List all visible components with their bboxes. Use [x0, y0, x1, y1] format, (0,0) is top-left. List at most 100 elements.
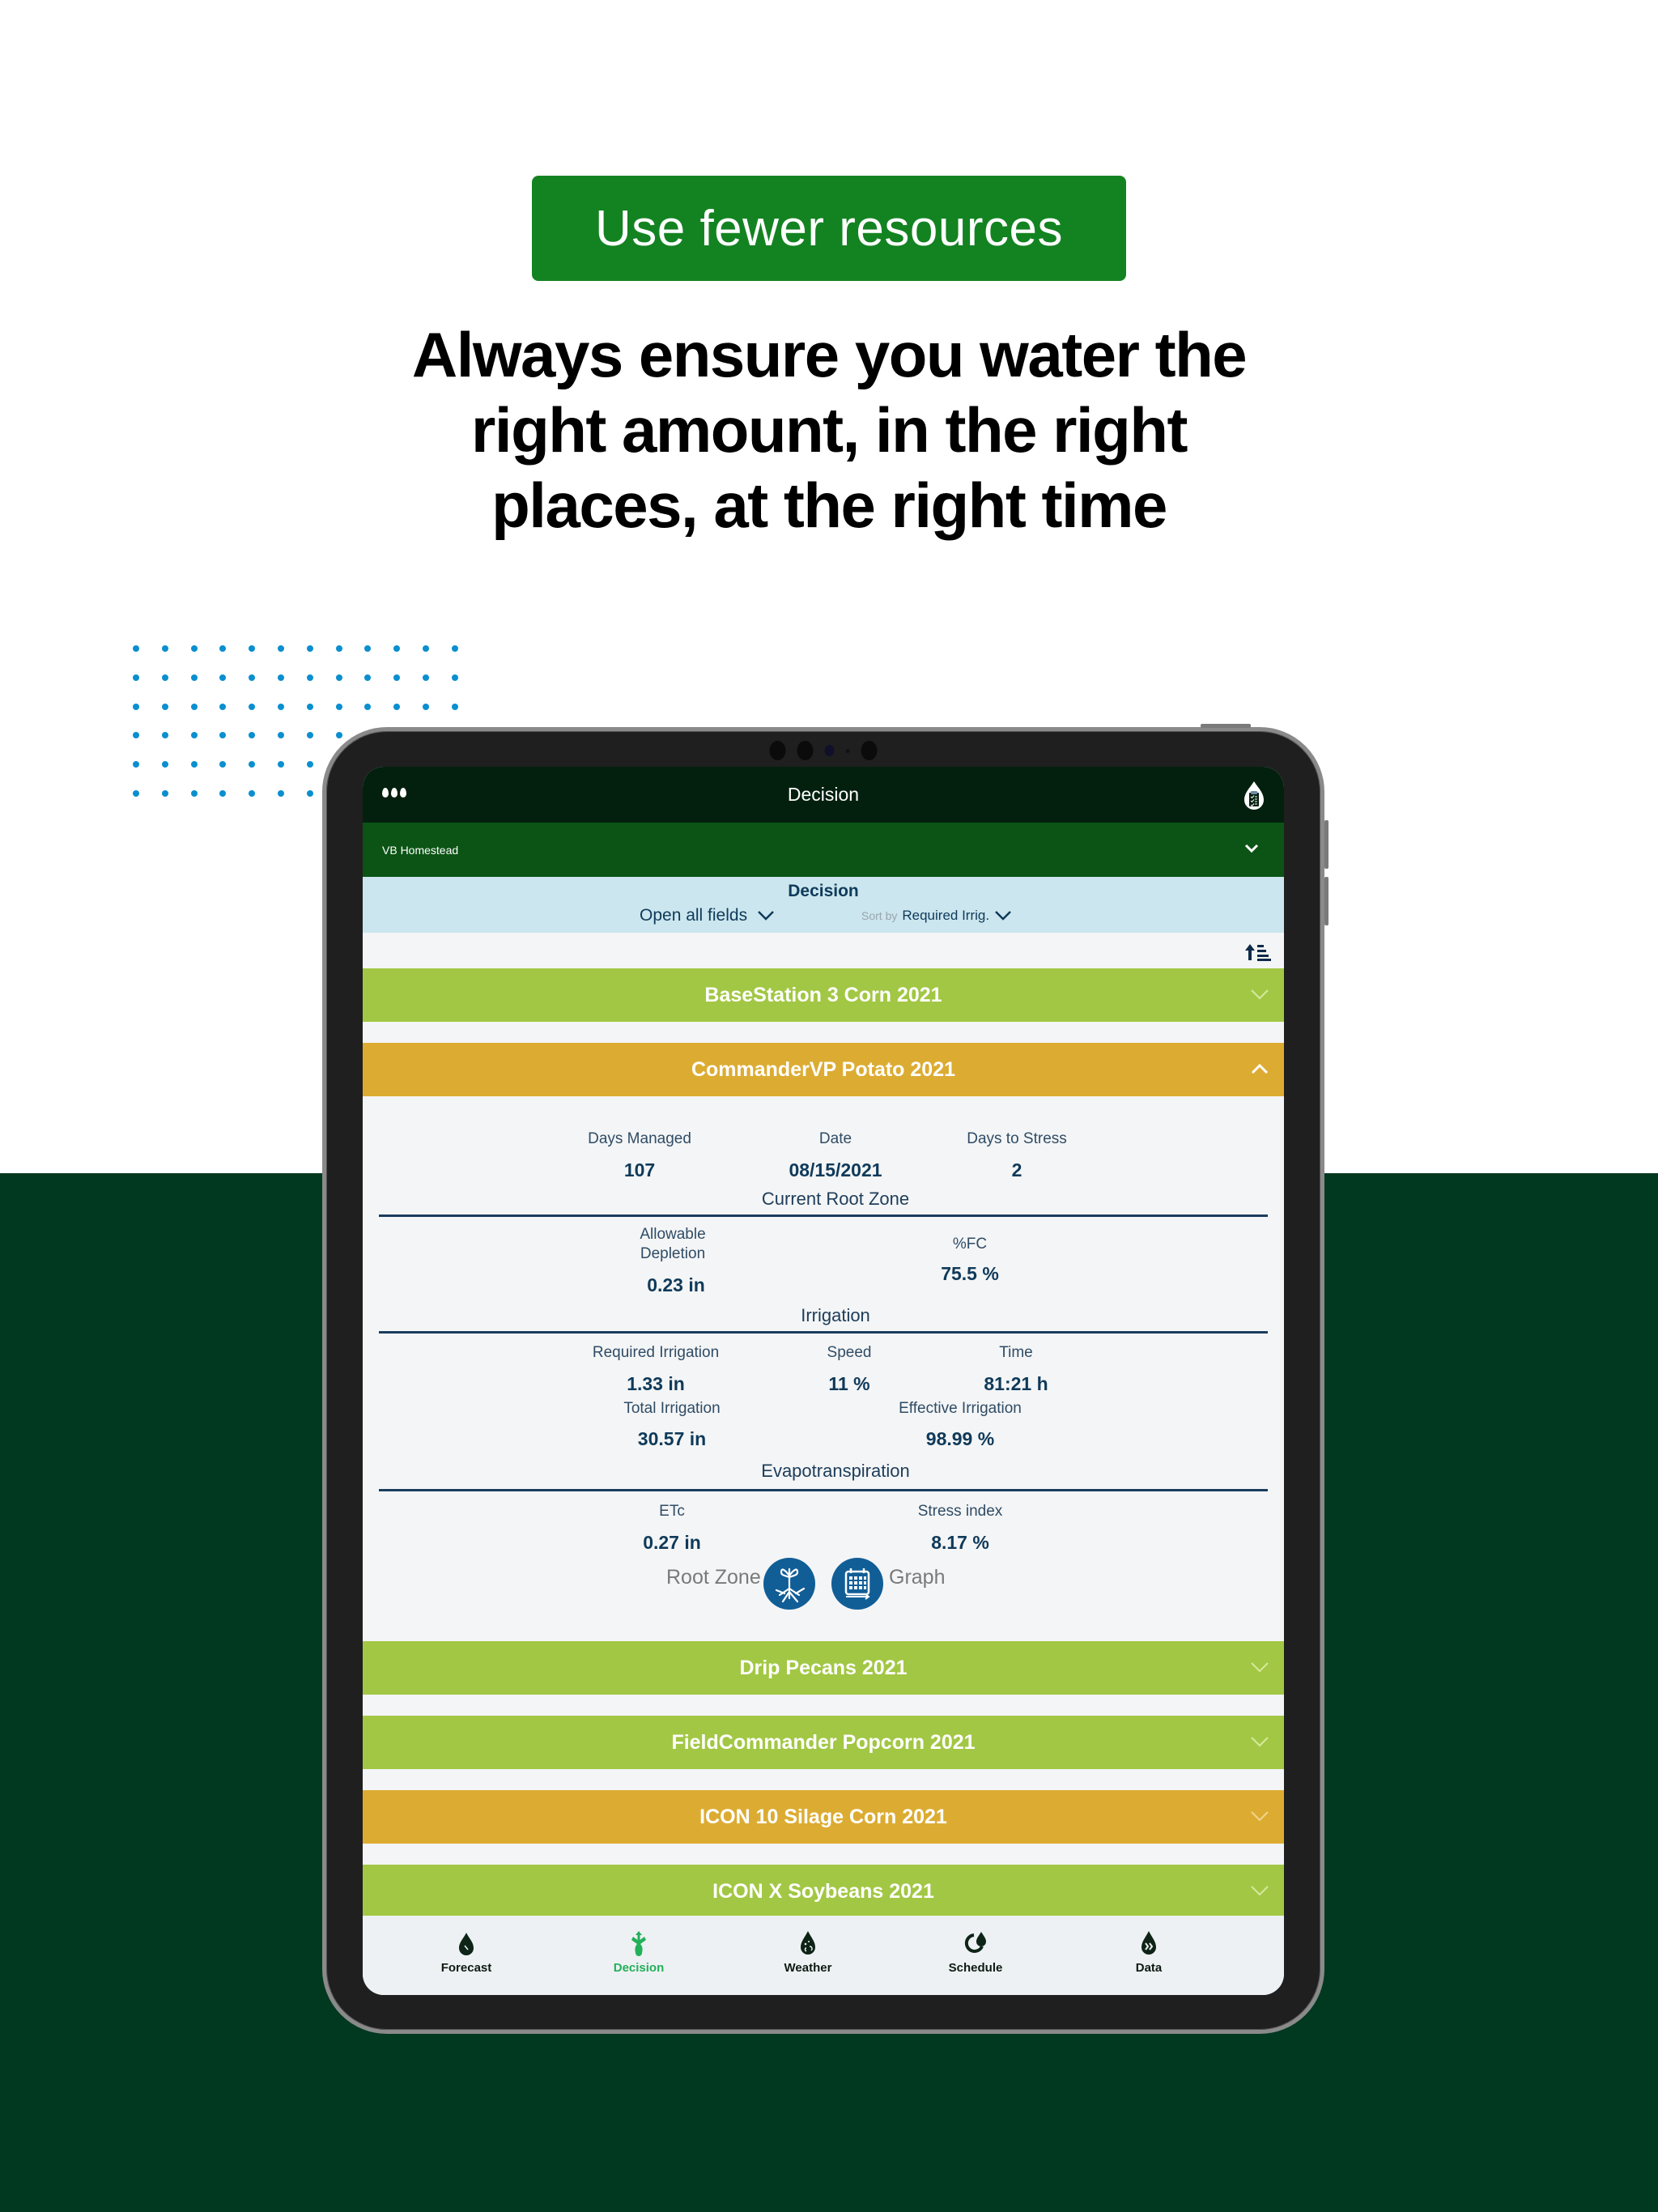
- sort-ascending-icon[interactable]: [1244, 942, 1271, 962]
- allowable-depletion-value: 0.23 in: [647, 1274, 705, 1295]
- headline: Always ensure you water the right amount…: [343, 317, 1315, 543]
- data-drop-icon: [1141, 1931, 1156, 1955]
- decorative-dot: [423, 645, 429, 652]
- checklist-drop-icon[interactable]: [1242, 780, 1266, 810]
- decorative-dot: [249, 761, 256, 768]
- effective-irrigation-label: Effective Irrigation: [899, 1400, 1022, 1417]
- date-value: 08/15/2021: [789, 1159, 882, 1180]
- decorative-dot: [278, 732, 284, 739]
- irrigation-section-title: Irrigation: [801, 1305, 870, 1325]
- farm-selector[interactable]: VB Homestead: [363, 823, 1284, 877]
- field-row[interactable]: BaseStation 3 Corn 2021: [363, 968, 1284, 1022]
- open-all-fields-button[interactable]: Open all fields: [640, 906, 775, 925]
- decorative-dot: [393, 703, 401, 710]
- headline-line: right amount, in the right: [471, 394, 1188, 466]
- field-row[interactable]: FieldCommander Popcorn 2021: [363, 1716, 1284, 1769]
- decorative-dot: [161, 674, 168, 681]
- sort-by-dropdown[interactable]: Sort by Required Irrig.: [861, 908, 1012, 924]
- stress-index-label: Stress index: [917, 1503, 1003, 1520]
- decorative-dot: [278, 645, 284, 652]
- decorative-dot: [133, 761, 139, 768]
- feature-badge: Use fewer resources: [532, 176, 1126, 281]
- decorative-dot: [133, 790, 139, 797]
- decorative-dot: [364, 703, 372, 710]
- field-row[interactable]: ICON X Soybeans 2021: [363, 1865, 1284, 1918]
- calendar-graph-icon: [844, 1568, 870, 1600]
- tab-label: Weather: [784, 1961, 832, 1975]
- decorative-dot: [335, 703, 342, 710]
- graph-link[interactable]: Graph: [889, 1566, 945, 1589]
- decorative-dot: [393, 674, 401, 681]
- field-row[interactable]: ICON 10 Silage Corn 2021: [363, 1790, 1284, 1844]
- decorative-dot: [306, 790, 313, 797]
- field-row[interactable]: Drip Pecans 2021: [363, 1641, 1284, 1695]
- divider: [379, 1214, 1268, 1217]
- chevron-down-icon[interactable]: [1244, 840, 1260, 857]
- decorative-dot: [364, 674, 372, 681]
- tab-label: Schedule: [948, 1961, 1003, 1975]
- open-all-label: Open all fields: [640, 906, 748, 925]
- decorative-dot: [219, 645, 227, 652]
- chevron-down-icon: [1251, 1662, 1269, 1673]
- app-header: Decision: [363, 767, 1284, 823]
- decorative-dot: [190, 703, 198, 710]
- sort-order-row: [363, 933, 1284, 968]
- time-value: 81:21 h: [984, 1373, 1048, 1394]
- decision-plant-icon: [631, 1931, 646, 1956]
- chevron-down-icon: [1251, 1811, 1269, 1822]
- tab-label: Data: [1135, 1961, 1163, 1975]
- tab-data[interactable]: Data: [1100, 1930, 1197, 1975]
- chevron-down-icon: [1251, 989, 1269, 1000]
- field-name: ICON 10 Silage Corn 2021: [699, 1805, 947, 1828]
- tab-weather[interactable]: Weather: [759, 1930, 857, 1975]
- farm-name: VB Homestead: [382, 843, 459, 857]
- decorative-dot: [278, 761, 284, 768]
- decorative-dot: [306, 674, 313, 681]
- graph-button[interactable]: [831, 1558, 883, 1610]
- tab-schedule[interactable]: Schedule: [927, 1930, 1024, 1975]
- field-row[interactable]: CommanderVP Potato 2021: [363, 1043, 1284, 1096]
- water-drops-icon[interactable]: [382, 788, 406, 798]
- decorative-dot: [190, 732, 198, 739]
- forecast-drop-icon: [459, 1933, 474, 1955]
- sort-by-value: Required Irrig.: [902, 908, 990, 923]
- decision-toolbar: Decision Open all fields Sort by Require…: [363, 877, 1284, 933]
- evapotranspiration-section-title: Evapotranspiration: [761, 1461, 910, 1481]
- device-top-button: [1201, 724, 1251, 728]
- divider: [379, 1331, 1268, 1334]
- decorative-dot: [451, 674, 458, 681]
- device-volume-down: [1324, 877, 1329, 925]
- field-name: FieldCommander Popcorn 2021: [671, 1730, 976, 1754]
- decorative-dot: [219, 732, 227, 739]
- decorative-dot: [133, 674, 139, 681]
- app-title: Decision: [787, 784, 860, 805]
- tab-decision[interactable]: Decision: [590, 1930, 687, 1975]
- divider: [379, 1489, 1268, 1491]
- sort-by-label: Sort by: [861, 909, 898, 922]
- decorative-dot: [190, 761, 198, 768]
- decorative-dot: [306, 645, 313, 652]
- decorative-dot: [335, 645, 342, 652]
- camera-sensor: [769, 741, 786, 760]
- decorative-dot: [133, 645, 139, 652]
- days-managed-label: Days Managed: [588, 1130, 691, 1147]
- decorative-dot: [161, 790, 168, 797]
- decorative-dot: [423, 674, 429, 681]
- decorative-dot: [249, 790, 256, 797]
- root-zone-button[interactable]: [763, 1558, 815, 1610]
- section-title: Decision: [788, 882, 859, 900]
- total-irrigation-label: Total Irrigation: [623, 1400, 721, 1417]
- stress-index-value: 8.17 %: [931, 1532, 989, 1553]
- decorative-dot: [278, 790, 284, 797]
- camera-array: [769, 741, 878, 760]
- decorative-dot: [161, 761, 168, 768]
- decorative-dot: [190, 645, 198, 652]
- chevron-down-icon: [1251, 1886, 1269, 1896]
- days-managed-value: 107: [623, 1159, 656, 1180]
- decorative-dot: [364, 645, 372, 652]
- tab-forecast[interactable]: Forecast: [418, 1930, 515, 1975]
- decorative-dot: [451, 703, 458, 710]
- decorative-dot: [423, 703, 429, 710]
- root-zone-link[interactable]: Root Zone: [666, 1566, 761, 1589]
- allowable-depletion-label: Depletion: [640, 1245, 706, 1262]
